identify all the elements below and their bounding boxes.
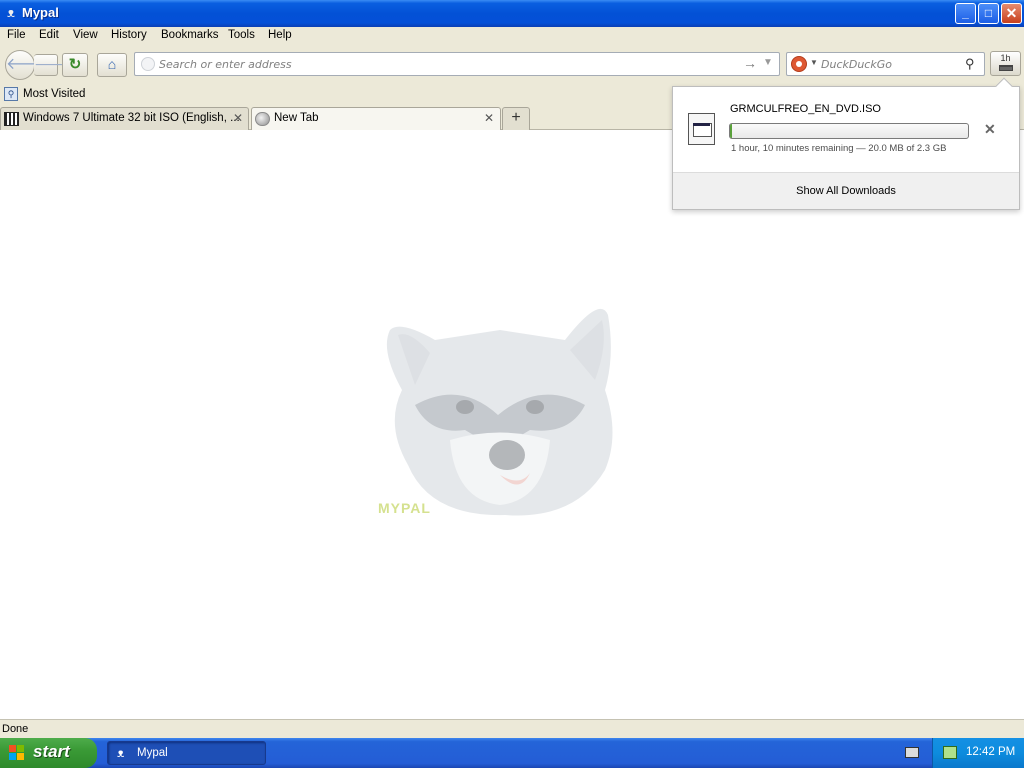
taskbar: start ᴥ Mypal 12:42 PM [0, 738, 1024, 768]
cancel-download-button[interactable]: ✕ [984, 121, 996, 138]
window-title: Mypal [22, 5, 59, 20]
taskbar-item-label: Mypal [137, 747, 168, 759]
tab-close-icon[interactable]: ✕ [233, 111, 243, 125]
status-bar: Done [0, 719, 1024, 738]
download-filename[interactable]: GRMCULFREO_EN_DVD.ISO [730, 103, 881, 115]
new-tab-button[interactable]: + [502, 107, 530, 130]
maximize-button[interactable]: □ [978, 3, 999, 24]
go-arrow-icon[interactable]: → [743, 55, 757, 71]
downloads-button[interactable]: 1h [990, 51, 1021, 76]
menu-bar: File Edit View History Bookmarks Tools H… [0, 27, 1024, 46]
navigation-bar: 🡐 🡒 ↻ ⌂ → ▼ ▼ ⚲ 1h [0, 46, 1024, 84]
search-bar[interactable]: ▼ ⚲ [786, 52, 985, 76]
forward-button[interactable]: 🡒 [34, 54, 72, 76]
start-button[interactable]: start [0, 738, 97, 768]
address-bar[interactable]: → ▼ [134, 52, 780, 76]
taskbar-item-mypal[interactable]: ᴥ Mypal [107, 741, 266, 765]
tab-windows-7-iso[interactable]: Windows 7 Ultimate 32 bit ISO (English, … [0, 107, 249, 130]
back-button[interactable]: 🡐 [5, 50, 49, 80]
plus-icon: + [511, 109, 521, 126]
search-icon[interactable]: ⚲ [965, 56, 975, 72]
search-input[interactable] [821, 56, 961, 72]
download-time-remaining: 1h [1000, 53, 1011, 63]
download-progress-bar [729, 123, 969, 139]
mypal-raccoon-logo [386, 308, 613, 516]
download-tray-icon [999, 65, 1013, 71]
raccoon-icon: ᴥ [7, 5, 15, 20]
tab-label: Windows 7 Ultimate 32 bit ISO (English, … [23, 112, 240, 124]
downloads-panel-footer: Show All Downloads [673, 172, 1019, 209]
tab-label: New Tab [274, 112, 319, 124]
engine-dropdown-icon[interactable]: ▼ [810, 58, 818, 67]
minimize-button[interactable]: _ [955, 3, 976, 24]
menu-history[interactable]: History [111, 29, 147, 41]
bookmark-most-visited[interactable]: Most Visited [23, 88, 85, 100]
home-button[interactable]: ⌂ [97, 53, 127, 77]
network-icon[interactable] [943, 746, 957, 759]
home-icon: ⌂ [107, 56, 117, 72]
show-all-downloads-button[interactable]: Show All Downloads [673, 185, 1019, 197]
title-bar: ᴥ Mypal _ □ ✕ [0, 0, 1024, 27]
menu-help[interactable]: Help [268, 29, 292, 41]
download-status: 1 hour, 10 minutes remaining — 20.0 MB o… [731, 143, 947, 154]
keyboard-icon[interactable] [905, 747, 919, 758]
windows-flag-icon [9, 745, 25, 761]
system-tray: 12:42 PM [932, 738, 1024, 768]
history-dropdown-icon[interactable]: ▼ [763, 57, 773, 68]
mypal-wordmark: MYPAL [378, 500, 431, 516]
menu-edit[interactable]: Edit [39, 29, 59, 41]
tab-close-icon[interactable]: ✕ [484, 111, 494, 125]
close-button[interactable]: ✕ [1001, 3, 1022, 24]
downloads-panel: GRMCULFREO_EN_DVD.ISO ✕ 1 hour, 10 minut… [672, 77, 1020, 210]
tab-new-tab[interactable]: New Tab ✕ [251, 107, 501, 130]
menu-tools[interactable]: Tools [228, 29, 255, 41]
archive-icon [4, 112, 19, 126]
raccoon-icon: ᴥ [117, 746, 125, 760]
address-input[interactable] [159, 56, 719, 72]
duckduckgo-icon[interactable] [791, 56, 807, 72]
most-visited-icon: ⚲ [4, 87, 18, 101]
menu-bookmarks[interactable]: Bookmarks [161, 29, 219, 41]
download-progress-fill [730, 124, 733, 138]
reload-button[interactable]: ↻ [62, 53, 88, 77]
status-text: Done [2, 723, 29, 735]
page-content: MYPAL [0, 130, 1024, 719]
menu-view[interactable]: View [73, 29, 98, 41]
clock[interactable]: 12:42 PM [966, 746, 1015, 758]
site-identity-icon[interactable] [141, 57, 155, 71]
globe-icon [255, 112, 270, 126]
file-icon [688, 113, 715, 145]
menu-file[interactable]: File [7, 29, 26, 41]
start-label: start [33, 742, 70, 761]
reload-icon: ↻ [68, 56, 82, 73]
